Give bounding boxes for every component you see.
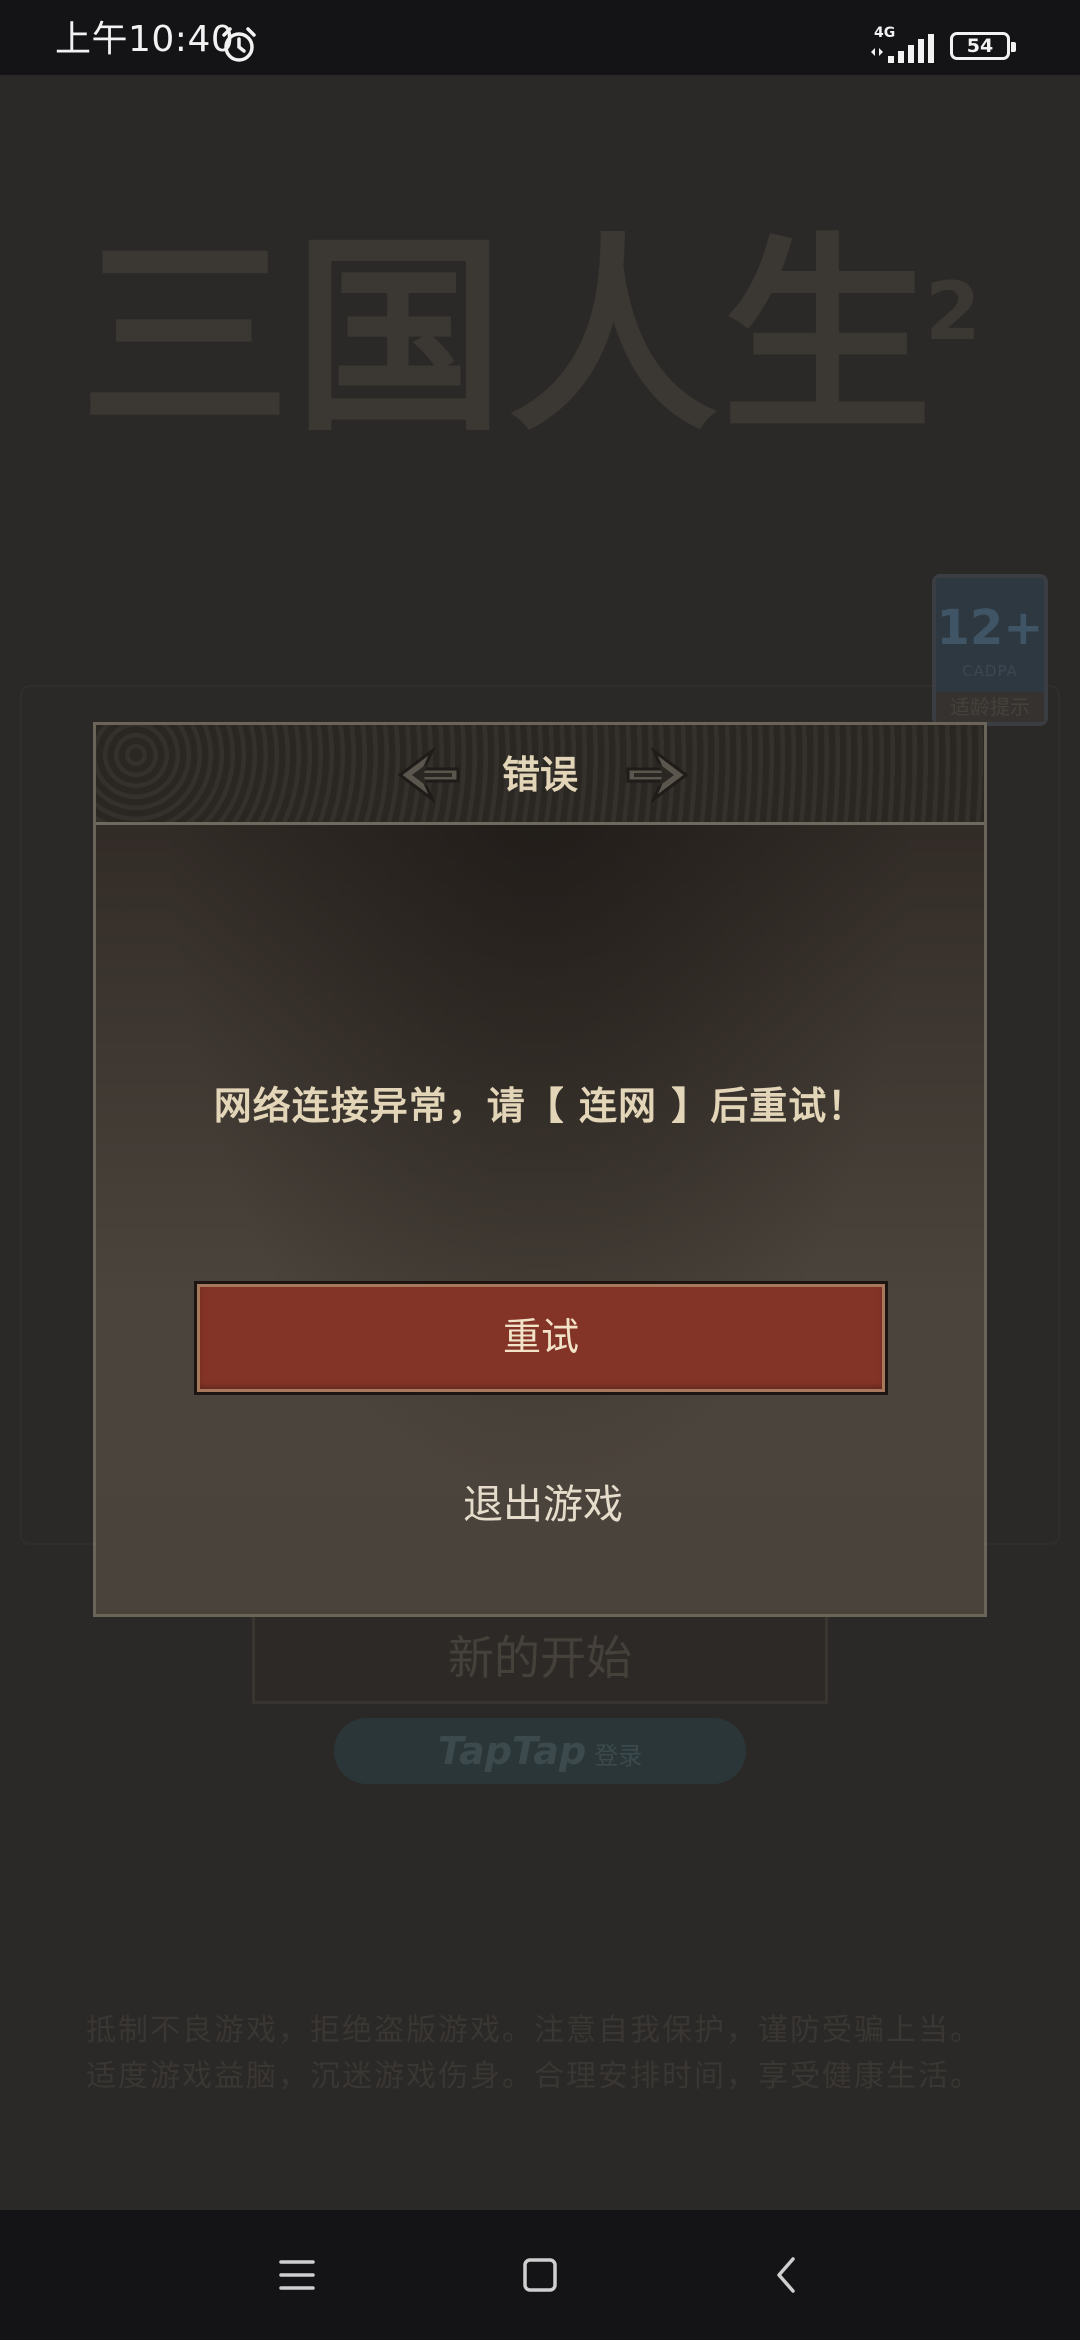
game-title-logo: 三国人生	[80, 213, 937, 460]
dialog-header: 错误	[96, 725, 984, 825]
recent-apps-menu-icon[interactable]	[267, 2245, 327, 2305]
ornament-right-icon	[626, 747, 688, 803]
alarm-clock-icon	[222, 27, 256, 62]
error-message: 网络连接异常，请【 连网 】后重试！	[213, 1084, 867, 1128]
health-notice-line: 适度游戏益脑，沉迷游戏伤身。合理安排时间，享受健康生活。	[86, 2059, 982, 2094]
battery-level: 54	[966, 35, 994, 57]
age-rating-value: 12+	[936, 600, 1044, 656]
back-chevron-icon[interactable]	[757, 2245, 817, 2305]
retry-button[interactable]: 重试	[194, 1281, 888, 1395]
health-notice-line: 抵制不良游戏，拒绝盗版游戏。注意自我保护，谨防受骗上当。	[86, 2013, 982, 2048]
error-dialog: 错误 网络连接异常，请【 连网 】后重试！ 重试 退出游戏	[93, 722, 987, 1617]
new-start-button: 新的开始	[252, 1612, 828, 1704]
exit-game-button[interactable]: 退出游戏	[343, 1465, 743, 1545]
signal-strength-icon	[871, 34, 934, 63]
status-time: 上午10:40	[55, 19, 235, 60]
home-square-icon[interactable]	[510, 2245, 570, 2305]
taptap-login-label: 登录	[594, 1742, 643, 1770]
status-bar: 上午10:40 4G 54	[0, 0, 1080, 75]
dialog-title: 错误	[501, 753, 578, 797]
system-navigation-bar	[0, 2210, 1080, 2340]
battery-icon: 54	[950, 32, 1016, 60]
taptap-login-button: TapTap 登录	[334, 1718, 746, 1784]
health-gaming-notice: 抵制不良游戏，拒绝盗版游戏。注意自我保护，谨防受骗上当。 适度游戏益脑，沉迷游戏…	[86, 2008, 1006, 2100]
taptap-logo: TapTap	[437, 1729, 587, 1773]
age-rating-org: CADPA	[962, 662, 1018, 680]
game-title-superscript: 2	[925, 265, 981, 358]
age-rating-badge: 12+ CADPA 适龄提示	[932, 574, 1048, 726]
age-rating-tip: 适龄提示	[936, 692, 1044, 722]
